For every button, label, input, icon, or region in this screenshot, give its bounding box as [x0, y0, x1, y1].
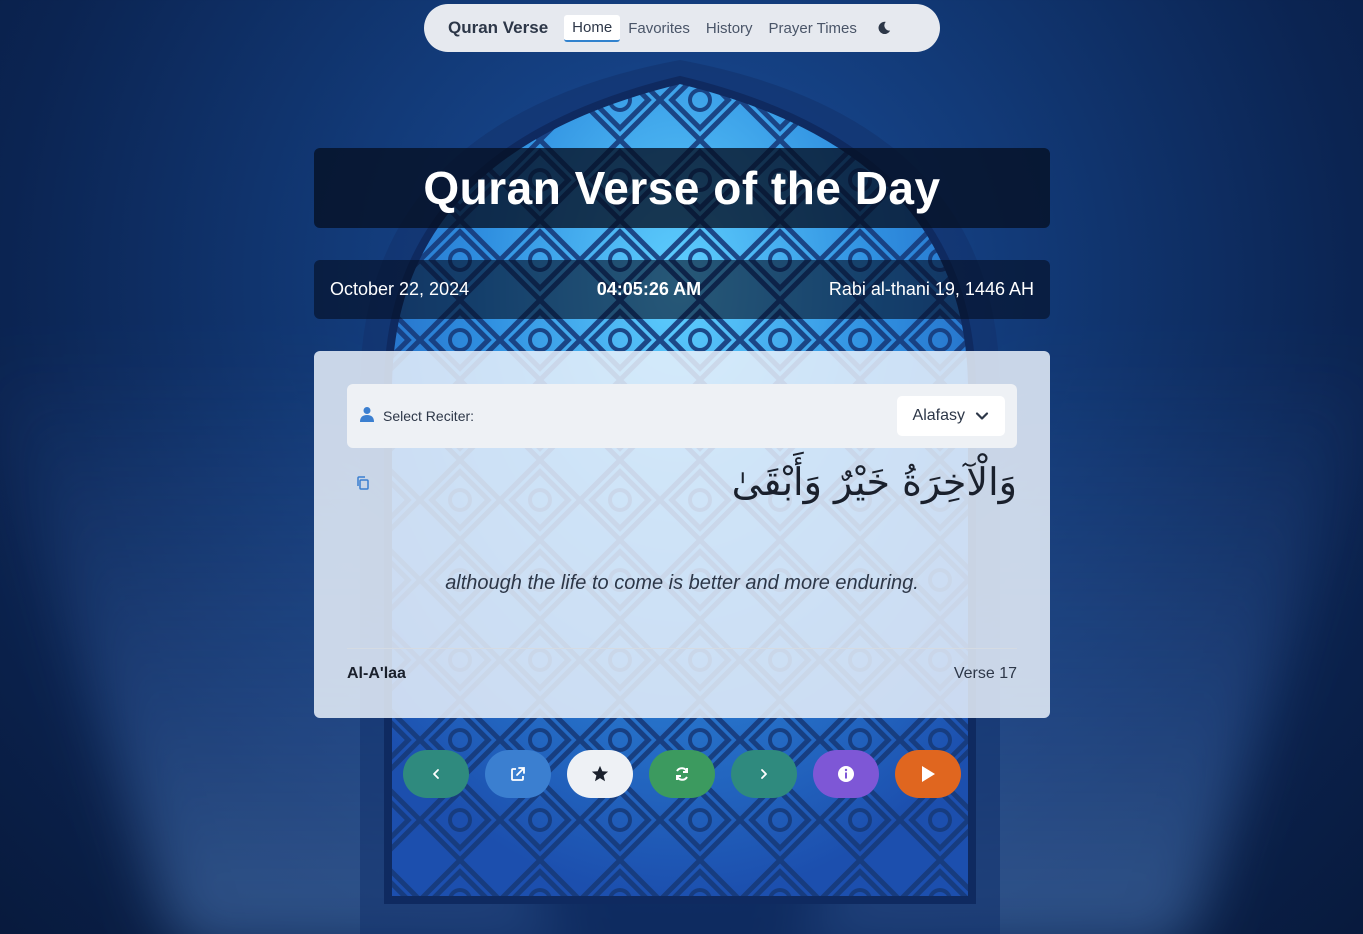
verse-info-button[interactable]: [813, 750, 879, 798]
favorite-button[interactable]: [567, 750, 633, 798]
hijri-date: Rabi al-thani 19, 1446 AH: [828, 279, 1034, 299]
reciter-label: Select Reciter:: [383, 408, 475, 424]
verse-number: Verse 17: [953, 665, 1017, 682]
arabic-verse-text: وَالْآخِرَةُ خَيْرٌ وَأَبْقَىٰ: [731, 460, 1017, 504]
chevron-right-icon: [761, 769, 767, 779]
copy-icon[interactable]: [356, 476, 370, 495]
chevron-down-icon: [975, 412, 989, 420]
refresh-icon: [676, 767, 688, 781]
next-verse-button[interactable]: [731, 750, 797, 798]
refresh-verse-button[interactable]: [649, 750, 715, 798]
verse-card: Select Reciter: Alafasy وَالْآخِرَةُ خَي…: [314, 351, 1050, 718]
date-time-bar: October 22, 2024 04:05:26 AM Rabi al-tha…: [314, 260, 1050, 319]
reciter-dropdown[interactable]: Alafasy: [896, 396, 1005, 436]
external-link-icon: [511, 767, 525, 781]
moon-icon[interactable]: [875, 19, 893, 37]
nav-link-prayer-times[interactable]: Prayer Times: [761, 16, 865, 41]
surah-name: Al-A'laa: [347, 665, 406, 682]
brand-logo-text[interactable]: Quran Verse: [448, 18, 548, 38]
verse-body: وَالْآخِرَةُ خَيْرٌ وَأَبْقَىٰ although …: [347, 448, 1017, 648]
nav-link-home[interactable]: Home: [564, 14, 621, 42]
top-navbar: Quran Verse Home Favorites History Praye…: [424, 4, 940, 52]
nav-link-favorites[interactable]: Favorites: [620, 16, 698, 41]
chevron-left-icon: [433, 769, 439, 779]
previous-verse-button[interactable]: [403, 750, 469, 798]
info-icon: [838, 766, 854, 782]
current-time: 04:05:26 AM: [596, 279, 702, 299]
reciter-selected-value: Alafasy: [912, 407, 965, 424]
user-icon: [359, 406, 375, 427]
page-title: Quran Verse of the Day: [423, 162, 941, 214]
play-audio-button[interactable]: [895, 750, 961, 798]
play-icon: [922, 766, 935, 782]
verse-translation: although the life to come is better and …: [445, 572, 919, 594]
star-icon: [591, 765, 609, 782]
verse-footer: Al-A'laa Verse 17: [347, 648, 1017, 683]
reciter-selector-bar: Select Reciter: Alafasy: [347, 384, 1017, 448]
nav-link-history[interactable]: History: [698, 16, 761, 41]
action-button-row: [403, 750, 961, 798]
gregorian-date: October 22, 2024: [330, 279, 470, 299]
share-button[interactable]: [485, 750, 551, 798]
title-banner: Quran Verse of the Day: [314, 148, 1050, 228]
